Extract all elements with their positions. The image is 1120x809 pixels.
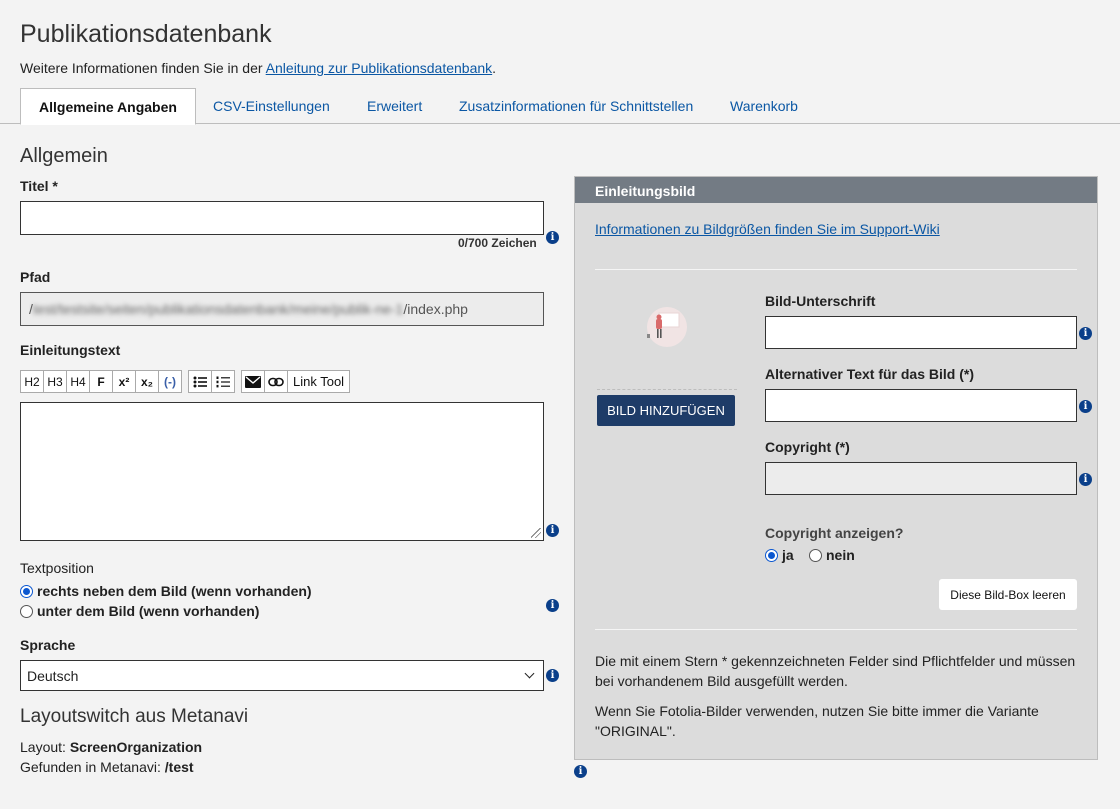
image-placeholder-graphic xyxy=(647,307,687,347)
info-icon[interactable]: i xyxy=(546,669,559,682)
path-blurred: test/testsite/seiten/publikationsdatenba… xyxy=(32,301,404,317)
info-icon[interactable]: i xyxy=(546,231,559,244)
textposition-option-below[interactable]: unter dem Bild (wenn vorhanden) xyxy=(20,603,259,619)
layout-value: ScreenOrganization xyxy=(69,739,203,755)
section-heading-allgemein: Allgemein xyxy=(20,145,108,167)
chevron-down-icon xyxy=(524,668,535,679)
abbreviation-button[interactable]: (-) xyxy=(158,370,182,393)
envelope-icon[interactable] xyxy=(241,370,265,393)
copyright-label: Copyright (*) xyxy=(765,439,850,455)
bold-label: F xyxy=(97,374,105,389)
path-field: / test/testsite/seiten/publikationsdatenb… xyxy=(20,292,544,326)
clear-image-box-button[interactable]: Diese Bild-Box leeren xyxy=(939,579,1077,610)
toolbar-link-group: Link Tool xyxy=(241,370,351,393)
found-line: Gefunden in Metanavi: /test xyxy=(20,759,194,775)
language-label: Sprache xyxy=(20,637,76,653)
fotolia-note: Wenn Sie Fotolia-Bilder verwenden, nutze… xyxy=(595,703,1039,739)
image-box-header: Einleitungsbild xyxy=(575,177,1097,203)
language-selected-value: Deutsch xyxy=(27,667,79,684)
editor-toolbar: H2 H3 H4 F x² x₂ (-) Link Tool xyxy=(20,370,351,393)
tab-csv-einstellungen[interactable]: CSV-Einstellungen xyxy=(195,88,348,124)
caption-label: Bild-Unterschrift xyxy=(765,293,876,309)
layout-label: Layout: xyxy=(20,739,70,755)
link-icon[interactable] xyxy=(264,370,288,393)
tab-warenkorb[interactable]: Warenkorb xyxy=(712,88,816,124)
page-title: Publikationsdatenbank xyxy=(20,20,272,48)
found-label: Gefunden in Metanavi: xyxy=(20,759,165,775)
title-char-counter: 0/700 Zeichen xyxy=(458,236,537,250)
image-size-info-link[interactable]: Informationen zu Bildgrößen finden Sie i… xyxy=(595,221,940,237)
numbered-list-icon[interactable] xyxy=(211,370,235,393)
bulleted-list-icon[interactable] xyxy=(188,370,212,393)
textposition-option-label: rechts neben dem Bild (wenn vorhanden) xyxy=(37,583,312,599)
radio-unchecked[interactable] xyxy=(809,548,822,562)
intro-suffix: . xyxy=(492,60,497,76)
superscript-label: x² xyxy=(118,374,130,389)
textposition-label: Textposition xyxy=(20,560,94,576)
section-heading-layoutswitch: Layoutswitch aus Metanavi xyxy=(20,706,249,727)
subscript-button[interactable]: x₂ xyxy=(135,370,159,393)
tab-allgemeine-angaben[interactable]: Allgemeine Angaben xyxy=(20,88,196,125)
radio-checked[interactable] xyxy=(765,548,778,562)
caption-input[interactable] xyxy=(765,316,1077,349)
found-value: /test xyxy=(164,759,194,775)
intro-textarea[interactable] xyxy=(20,402,544,541)
show-copyright-yes-label: ja xyxy=(782,547,794,563)
divider xyxy=(595,629,1077,630)
info-icon[interactable]: i xyxy=(1079,473,1092,486)
divider xyxy=(595,269,1077,270)
show-copyright-yes[interactable]: ja xyxy=(765,547,794,563)
image-box-panel: Einleitungsbild Informationen zu Bildgrö… xyxy=(574,176,1098,760)
link-tool-button[interactable]: Link Tool xyxy=(287,370,351,393)
info-icon[interactable]: i xyxy=(1079,327,1092,340)
h4-button[interactable]: H4 xyxy=(66,370,90,393)
bold-button[interactable]: F xyxy=(89,370,113,393)
language-select[interactable]: Deutsch xyxy=(20,660,544,691)
guide-link[interactable]: Anleitung zur Publikationsdatenbank xyxy=(266,60,493,76)
intro-text-label: Einleitungstext xyxy=(20,342,121,358)
info-icon[interactable]: i xyxy=(546,524,559,537)
alt-text-label: Alternativer Text für das Bild (*) xyxy=(765,366,975,382)
info-icon[interactable]: i xyxy=(574,765,587,778)
abbreviation-label: (-) xyxy=(164,374,176,389)
tab-zusatzinformationen[interactable]: Zusatzinformationen für Schnittstellen xyxy=(441,88,711,124)
radio-checked[interactable] xyxy=(20,584,33,598)
resize-handle[interactable] xyxy=(531,528,541,538)
copyright-input[interactable] xyxy=(765,462,1077,495)
path-suffix: /index.php xyxy=(403,301,468,317)
image-divider xyxy=(597,389,737,390)
info-icon[interactable]: i xyxy=(1079,400,1092,413)
add-image-button[interactable]: BILD HINZUFÜGEN xyxy=(597,395,735,426)
radio-unchecked[interactable] xyxy=(20,604,33,618)
layout-line: Layout: ScreenOrganization xyxy=(20,739,202,755)
subscript-label: x₂ xyxy=(140,374,153,389)
alt-text-input[interactable] xyxy=(765,389,1077,422)
superscript-button[interactable]: x² xyxy=(112,370,136,393)
tab-erweitert[interactable]: Erweitert xyxy=(349,88,440,124)
title-label: Titel * xyxy=(20,178,58,194)
info-icon[interactable]: i xyxy=(546,599,559,612)
intro-text: Weitere Informationen finden Sie in der … xyxy=(20,60,496,76)
toolbar-list-group xyxy=(188,370,235,393)
h3-button[interactable]: H3 xyxy=(43,370,67,393)
show-copyright-no[interactable]: nein xyxy=(809,547,855,563)
textposition-option-right[interactable]: rechts neben dem Bild (wenn vorhanden) xyxy=(20,583,312,599)
path-label: Pfad xyxy=(20,269,51,285)
show-copyright-label: Copyright anzeigen? xyxy=(765,525,904,541)
textposition-option-label: unter dem Bild (wenn vorhanden) xyxy=(37,603,260,619)
title-input[interactable] xyxy=(20,201,544,235)
show-copyright-no-label: nein xyxy=(826,547,855,563)
required-fields-note: Die mit einem Stern * gekennzeichneten F… xyxy=(595,653,1076,689)
h2-button[interactable]: H2 xyxy=(20,370,44,393)
intro-prefix: Weitere Informationen finden Sie in der xyxy=(20,60,266,76)
toolbar-format-group: H2 H3 H4 F x² x₂ (-) xyxy=(20,370,182,393)
image-placeholder xyxy=(639,301,691,353)
